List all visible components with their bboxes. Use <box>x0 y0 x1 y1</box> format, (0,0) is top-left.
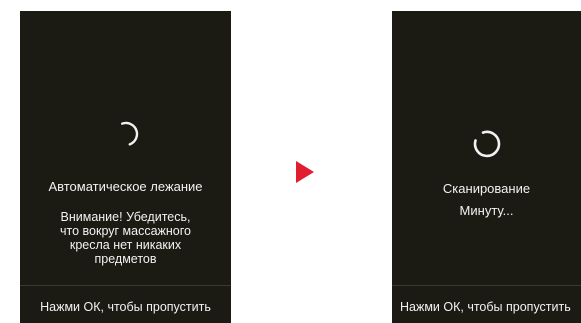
wait-message: Минуту... <box>459 203 514 218</box>
loading-spinner-icon <box>473 130 500 158</box>
screen-title: Сканирование <box>442 181 531 196</box>
warning-message: Внимание! Убедитесь, что вокруг массажно… <box>60 210 191 266</box>
canvas: Автоматическое лежание Внимание! Убедите… <box>0 0 581 323</box>
footer-divider <box>392 285 581 286</box>
scanning-screen: Сканирование Минуту... Нажми ОК, чтобы п… <box>392 11 581 323</box>
footer-divider <box>20 285 231 286</box>
arrow-right-icon <box>296 161 314 183</box>
skip-hint[interactable]: Нажми ОК, чтобы пропустить <box>400 300 581 314</box>
screen-title: Автоматическое лежание <box>48 179 203 194</box>
loading-spinner-icon <box>120 121 138 146</box>
skip-hint[interactable]: Нажми ОК, чтобы пропустить <box>20 300 231 314</box>
auto-recline-screen: Автоматическое лежание Внимание! Убедите… <box>20 11 231 323</box>
